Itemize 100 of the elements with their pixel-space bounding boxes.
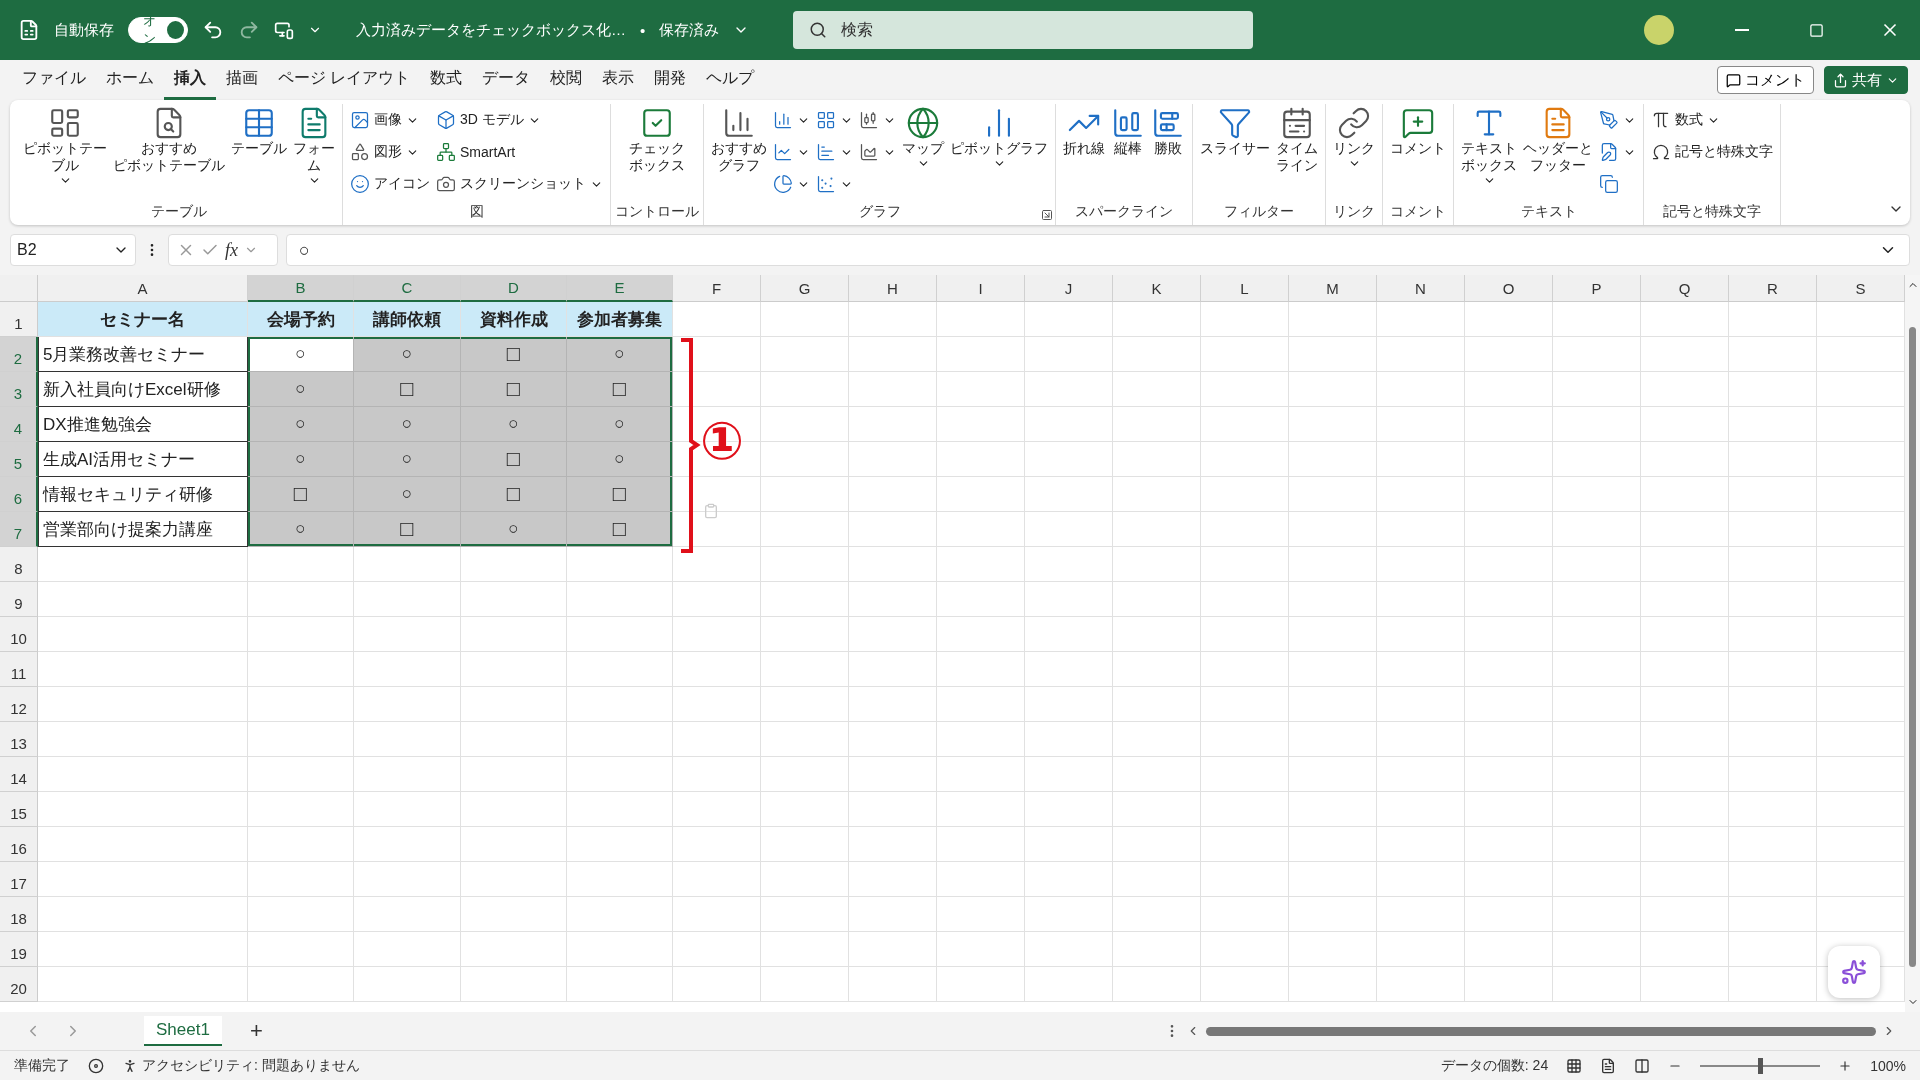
ribbon-button[interactable]: アイコン: [347, 170, 433, 198]
table-cell[interactable]: [248, 827, 354, 862]
table-cell[interactable]: ○: [354, 337, 461, 372]
table-cell[interactable]: [38, 617, 248, 652]
undo-icon[interactable]: [202, 19, 224, 41]
table-cell[interactable]: [761, 407, 849, 442]
table-cell[interactable]: [248, 617, 354, 652]
table-cell[interactable]: [567, 967, 673, 1002]
table-cell[interactable]: [1025, 512, 1113, 547]
table-cell[interactable]: [1113, 372, 1201, 407]
table-cell[interactable]: [849, 792, 937, 827]
table-cell[interactable]: [1201, 477, 1289, 512]
menu-tab[interactable]: データ: [472, 60, 541, 100]
column-header[interactable]: M: [1289, 275, 1377, 302]
table-cell[interactable]: [1641, 407, 1729, 442]
table-cell[interactable]: [354, 757, 461, 792]
table-cell[interactable]: [1201, 897, 1289, 932]
table-cell[interactable]: [1729, 652, 1817, 687]
table-cell[interactable]: [1113, 932, 1201, 967]
table-cell[interactable]: [248, 792, 354, 827]
table-cell[interactable]: [1113, 477, 1201, 512]
table-cell[interactable]: [1465, 617, 1553, 652]
table-cell[interactable]: [761, 827, 849, 862]
table-cell[interactable]: [1641, 722, 1729, 757]
table-cell[interactable]: [761, 547, 849, 582]
row-header[interactable]: 10: [0, 617, 38, 652]
table-cell[interactable]: [1377, 547, 1465, 582]
table-cell[interactable]: [937, 652, 1025, 687]
table-cell[interactable]: [567, 547, 673, 582]
table-cell[interactable]: [354, 792, 461, 827]
column-header[interactable]: F: [673, 275, 761, 302]
table-cell[interactable]: [1641, 582, 1729, 617]
table-cell[interactable]: [1289, 722, 1377, 757]
table-cell[interactable]: [1025, 582, 1113, 617]
table-cell[interactable]: [248, 582, 354, 617]
table-cell[interactable]: [1377, 337, 1465, 372]
table-cell[interactable]: [1025, 337, 1113, 372]
column-header[interactable]: N: [1377, 275, 1465, 302]
table-cell[interactable]: [461, 617, 567, 652]
table-cell[interactable]: [1465, 757, 1553, 792]
menu-tab[interactable]: 数式: [420, 60, 473, 100]
table-cell[interactable]: ○: [354, 477, 461, 512]
row-header[interactable]: 5: [0, 442, 38, 477]
table-cell[interactable]: [1465, 372, 1553, 407]
table-cell[interactable]: [1641, 862, 1729, 897]
table-cell[interactable]: [673, 862, 761, 897]
table-cell[interactable]: [1465, 722, 1553, 757]
table-cell[interactable]: [673, 652, 761, 687]
comment-button[interactable]: コメント: [1717, 66, 1814, 94]
table-cell[interactable]: [567, 792, 673, 827]
table-cell[interactable]: [1729, 792, 1817, 827]
table-cell[interactable]: [1113, 582, 1201, 617]
table-cell[interactable]: [761, 442, 849, 477]
table-cell[interactable]: [1113, 617, 1201, 652]
table-cell[interactable]: [1201, 617, 1289, 652]
table-cell[interactable]: □: [354, 372, 461, 407]
column-header[interactable]: O: [1465, 275, 1553, 302]
ribbon-button[interactable]: 折れ線: [1060, 104, 1108, 203]
table-cell[interactable]: □: [248, 477, 354, 512]
column-header[interactable]: G: [761, 275, 849, 302]
table-cell[interactable]: [1729, 547, 1817, 582]
table-cell[interactable]: [937, 687, 1025, 722]
row-header[interactable]: 3: [0, 372, 38, 407]
column-header[interactable]: H: [849, 275, 937, 302]
table-cell[interactable]: ○: [248, 337, 354, 372]
formula-input[interactable]: ○: [286, 234, 1910, 266]
table-cell[interactable]: [1201, 337, 1289, 372]
table-cell[interactable]: 講師依頼: [354, 302, 461, 337]
table-cell[interactable]: [248, 757, 354, 792]
table-cell[interactable]: □: [567, 372, 673, 407]
row-header[interactable]: 16: [0, 827, 38, 862]
table-cell[interactable]: [461, 932, 567, 967]
table-cell[interactable]: [1113, 652, 1201, 687]
table-cell[interactable]: [1553, 967, 1641, 1002]
ribbon-button[interactable]: ピボットグラフ: [947, 104, 1051, 203]
table-cell[interactable]: [1113, 407, 1201, 442]
select-all-corner[interactable]: [0, 275, 38, 302]
table-cell[interactable]: [1465, 547, 1553, 582]
table-cell[interactable]: [38, 722, 248, 757]
table-cell[interactable]: [38, 547, 248, 582]
column-header[interactable]: I: [937, 275, 1025, 302]
table-cell[interactable]: [1641, 302, 1729, 337]
table-cell[interactable]: [1025, 792, 1113, 827]
table-cell[interactable]: □: [461, 337, 567, 372]
table-cell[interactable]: [38, 897, 248, 932]
table-cell[interactable]: [1377, 897, 1465, 932]
table-cell[interactable]: [849, 512, 937, 547]
table-cell[interactable]: [1465, 967, 1553, 1002]
table-cell[interactable]: [1553, 547, 1641, 582]
table-cell[interactable]: [673, 757, 761, 792]
table-cell[interactable]: [1377, 582, 1465, 617]
table-cell[interactable]: [1113, 862, 1201, 897]
table-cell[interactable]: [1289, 862, 1377, 897]
table-cell[interactable]: [849, 722, 937, 757]
table-cell[interactable]: [937, 512, 1025, 547]
table-cell[interactable]: [1377, 967, 1465, 1002]
table-cell[interactable]: [1113, 897, 1201, 932]
table-cell[interactable]: [1729, 722, 1817, 757]
table-cell[interactable]: [673, 792, 761, 827]
table-cell[interactable]: □: [354, 512, 461, 547]
